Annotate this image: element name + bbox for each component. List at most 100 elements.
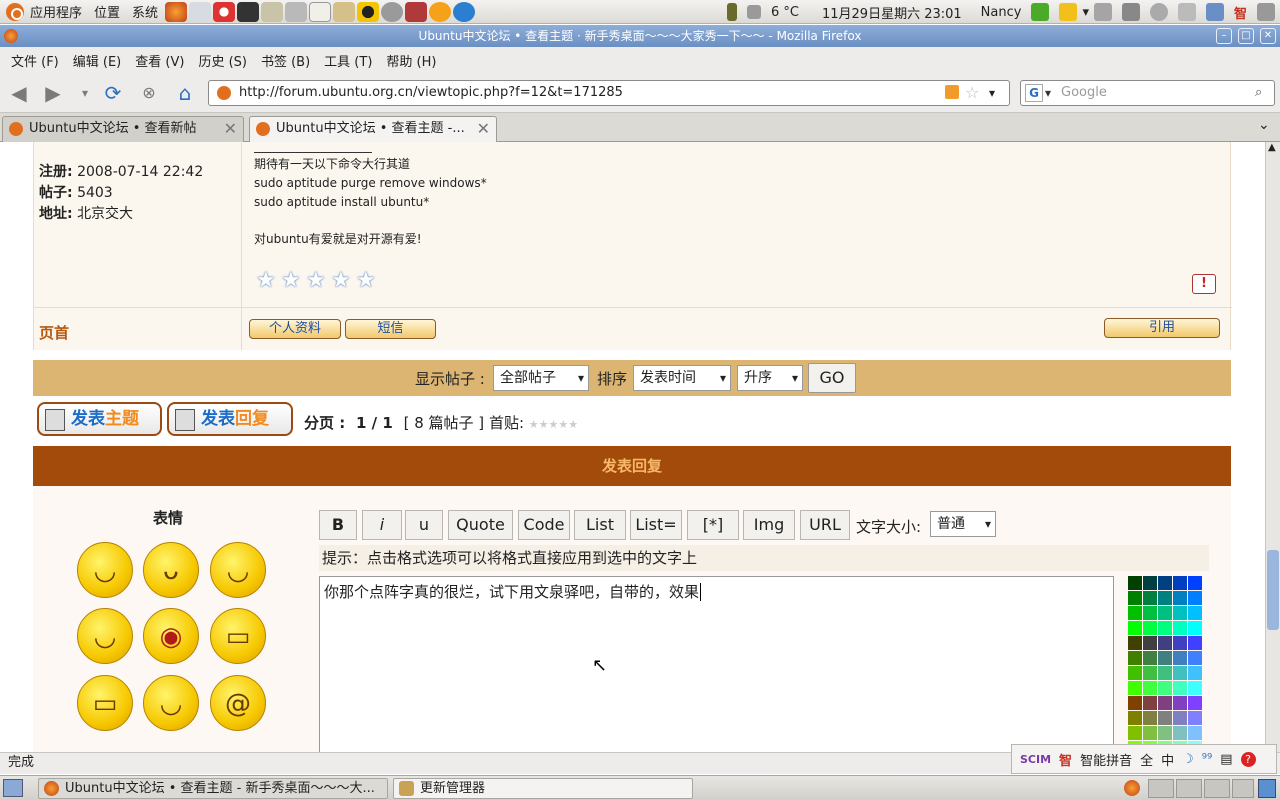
color-swatch[interactable] [1128,591,1142,605]
pm-button[interactable]: 短信 [345,319,436,339]
color-swatch[interactable] [1158,621,1172,635]
color-swatch[interactable] [1173,696,1187,710]
google-icon[interactable]: G [1025,84,1043,102]
tab-new-posts[interactable]: Ubuntu中文论坛 • 查看新帖 ✕ [2,116,244,142]
color-swatch[interactable] [1158,606,1172,620]
minimize-button[interactable]: – [1216,28,1232,44]
color-swatch[interactable] [1188,726,1202,740]
ime-quote-icon[interactable]: ⁹⁹ [1202,752,1212,767]
zoom-icon[interactable] [1177,3,1196,21]
url-text[interactable]: http://forum.ubuntu.org.cn/viewtopic.php… [239,85,623,100]
package-manager-icon[interactable] [261,1,284,22]
ime-mode-label[interactable]: 智能拼音 [1080,750,1132,769]
color-swatch[interactable] [1158,726,1172,740]
smiley-laugh-icon[interactable]: ◉ [143,608,199,664]
menu-edit[interactable]: 编辑 (E) [73,51,122,70]
format-italic-button[interactable]: i [362,510,402,540]
terminal-launcher-icon[interactable] [237,1,260,22]
color-swatch[interactable] [1173,651,1187,665]
format-image-button[interactable]: Img [743,510,795,540]
search-engine-dropdown-icon[interactable]: ▾ [1045,81,1051,105]
color-swatch[interactable] [1188,576,1202,590]
search-bar[interactable]: G ▾ Google ⌕ [1020,80,1275,106]
qq-launcher-icon[interactable] [357,1,380,22]
network-icon[interactable] [1205,3,1224,21]
color-swatch[interactable] [1128,576,1142,590]
report-post-button[interactable]: ! [1192,274,1216,294]
color-swatch[interactable] [1173,711,1187,725]
clock[interactable]: 11月29日星期六 23:01 [822,3,962,22]
sort-select[interactable]: 发表时间 [633,365,731,391]
color-swatch[interactable] [1173,666,1187,680]
system-menu[interactable]: 系统 [126,0,164,24]
rating-star-icon[interactable]: ★ [356,270,378,292]
font-size-select[interactable]: 普通 [930,511,996,537]
color-swatch[interactable] [1188,651,1202,665]
smiley-sweat-icon[interactable]: ▭ [210,608,266,664]
firefox-launcher-icon[interactable] [165,1,188,22]
weather-temp[interactable]: 6 °C [771,5,799,20]
workspace-1[interactable] [1148,779,1174,798]
profile-button[interactable]: 个人资料 [249,319,341,339]
rating-star-icon[interactable]: ★ [306,270,328,292]
menu-file[interactable]: 文件 (F) [11,51,59,70]
color-swatch[interactable] [1173,726,1187,740]
back-button[interactable]: ◀ [6,81,32,105]
download-icon[interactable] [1121,3,1140,21]
stop-button[interactable]: ⊗ [136,81,162,105]
color-swatch[interactable] [1143,696,1157,710]
menu-tools[interactable]: 工具 (T) [324,51,372,70]
ime-help-icon[interactable]: ? [1240,751,1256,767]
color-swatch[interactable] [1143,681,1157,695]
color-swatch[interactable] [1158,711,1172,725]
chevron-down-icon[interactable]: ▾ [1082,5,1089,20]
menu-view[interactable]: 查看 (V) [135,51,184,70]
color-swatch[interactable] [1158,666,1172,680]
format-ordered-list-button[interactable]: List= [630,510,682,540]
color-swatch[interactable] [1158,591,1172,605]
color-swatch[interactable] [1188,681,1202,695]
menu-history[interactable]: 历史 (S) [198,51,247,70]
search-placeholder[interactable]: Google [1061,85,1107,100]
workspace-firefox-icon[interactable] [1124,780,1140,796]
smiley-cover-mouth-icon[interactable]: ◡ [77,608,133,664]
forward-button[interactable]: ▶ [40,81,66,105]
media-launcher-icon[interactable] [285,1,308,22]
text-editor-launcher-icon[interactable] [309,1,332,22]
taskbar-firefox[interactable]: Ubuntu中文论坛 • 查看主题 - 新手秀桌面～～～大... [38,778,388,799]
color-swatch[interactable] [1128,651,1142,665]
color-swatch[interactable] [1128,666,1142,680]
tab-list-chevron-icon[interactable]: ⌄ [1258,117,1270,133]
home-button[interactable]: ⌂ [172,81,198,105]
color-swatch[interactable] [1188,666,1202,680]
ime-punct-icon[interactable]: ☽ [1182,752,1194,767]
color-swatch[interactable] [1173,591,1187,605]
trash-icon[interactable] [1258,779,1276,798]
help-launcher-icon[interactable] [213,1,236,22]
menu-bookmarks[interactable]: 书签 (B) [261,51,310,70]
smiley-thumbs-up-icon[interactable]: ◡ [143,675,199,731]
color-swatch[interactable] [1158,576,1172,590]
smiley-tongue-icon[interactable]: ᴗ [143,542,199,598]
workspace-2[interactable] [1176,779,1202,798]
vertical-scrollbar[interactable]: ▲ [1265,142,1280,752]
show-posts-select[interactable]: 全部帖子 [493,365,589,391]
scroll-up-icon[interactable]: ▲ [1268,142,1276,153]
format-url-button[interactable]: URL [800,510,850,540]
color-swatch[interactable] [1188,621,1202,635]
color-swatch[interactable] [1128,621,1142,635]
color-swatch[interactable] [1158,651,1172,665]
places-menu[interactable]: 位置 [88,0,126,24]
tab-close-icon[interactable]: ✕ [477,117,490,141]
color-swatch[interactable] [1173,576,1187,590]
color-swatch[interactable] [1188,606,1202,620]
ime-menu-icon[interactable]: ▤ [1220,752,1232,767]
close-window-button[interactable]: ✕ [1260,28,1276,44]
color-swatch[interactable] [1188,696,1202,710]
drive-icon[interactable] [1093,3,1112,21]
magnifier-icon[interactable] [1149,3,1168,21]
color-swatch[interactable] [1128,681,1142,695]
smiley-dizzy-icon[interactable]: @ [210,675,266,731]
color-swatch[interactable] [1158,681,1172,695]
color-swatch[interactable] [1143,711,1157,725]
